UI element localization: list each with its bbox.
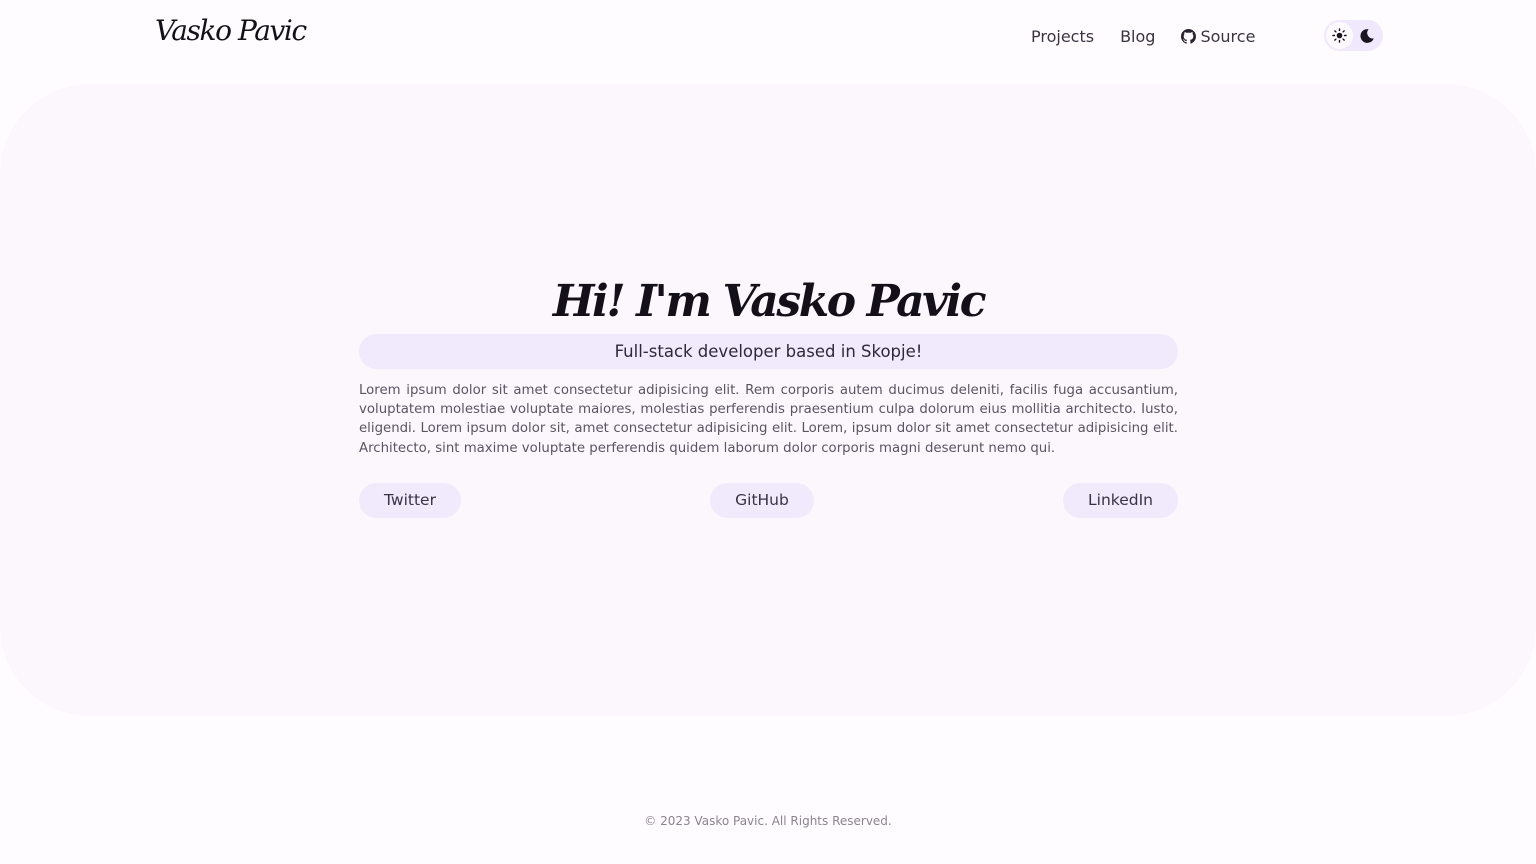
site-header: Vasko Pavic Projects Blog Source xyxy=(0,0,1536,72)
site-footer: © 2023 Vasko Pavic. All Rights Reserved. xyxy=(0,814,1536,828)
site-logo[interactable]: Vasko Pavic xyxy=(155,14,307,47)
github-icon xyxy=(1181,28,1197,44)
github-link[interactable]: GitHub xyxy=(710,482,814,518)
hero-section: Hi! I'm Vasko Pavic Full-stack developer… xyxy=(0,84,1536,716)
social-links: Twitter GitHub LinkedIn xyxy=(359,482,1178,518)
hero-title: Hi! I'm Vasko Pavic xyxy=(552,276,987,327)
nav-link-blog[interactable]: Blog xyxy=(1120,27,1155,46)
hero-bio: Lorem ipsum dolor sit amet consectetur a… xyxy=(359,383,1178,456)
theme-toggle xyxy=(1324,20,1383,51)
hero-content: Hi! I'm Vasko Pavic Full-stack developer… xyxy=(359,273,1178,518)
moon-icon xyxy=(1359,28,1374,43)
hero-subtitle: Full-stack developer based in Skopje! xyxy=(359,334,1178,369)
linkedin-link[interactable]: LinkedIn xyxy=(1063,482,1178,518)
main-nav: Projects Blog Source xyxy=(1031,24,1255,48)
sun-icon xyxy=(1332,28,1347,43)
twitter-link[interactable]: Twitter xyxy=(359,482,461,518)
nav-link-source[interactable]: Source xyxy=(1181,27,1255,46)
light-mode-button[interactable] xyxy=(1326,22,1353,49)
dark-mode-button[interactable] xyxy=(1353,22,1380,49)
copyright-text: © 2023 Vasko Pavic. All Rights Reserved. xyxy=(644,814,892,828)
nav-link-source-label: Source xyxy=(1200,26,1256,46)
nav-link-projects[interactable]: Projects xyxy=(1031,27,1094,46)
